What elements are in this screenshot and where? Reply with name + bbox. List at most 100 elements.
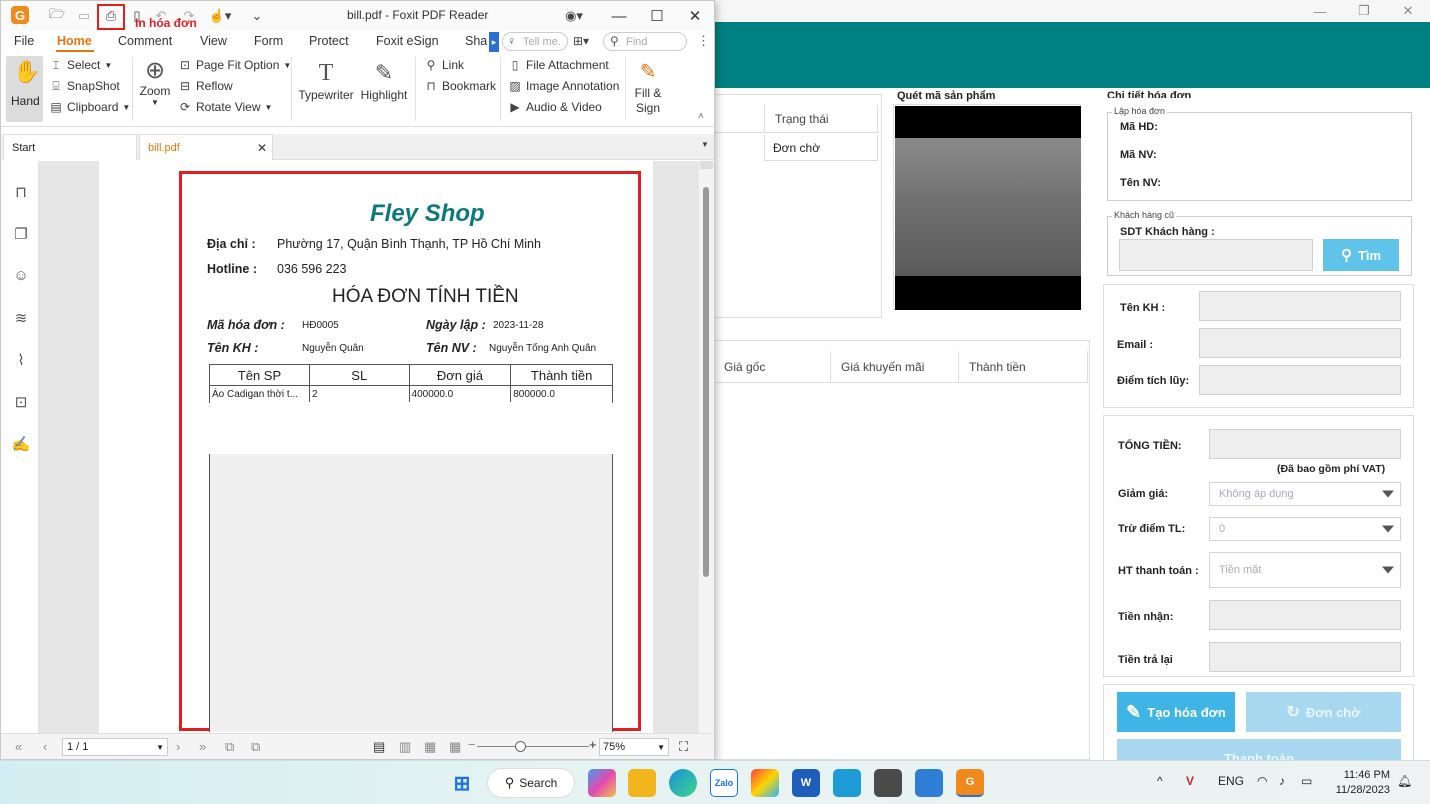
- vscode-icon[interactable]: [833, 769, 861, 797]
- maximize-button[interactable]: ☐: [642, 5, 672, 27]
- find-customer-button[interactable]: ⚲ Tìm: [1323, 239, 1399, 271]
- audio-video-button[interactable]: ▶ Audio & Video: [508, 100, 601, 114]
- taskbar-search[interactable]: ⚲ Search: [487, 768, 575, 798]
- pages-panel-icon[interactable]: ❐: [11, 225, 31, 245]
- points-deduct-select[interactable]: 0: [1209, 517, 1401, 541]
- tabs-scroll-right-icon[interactable]: ▸: [489, 32, 499, 52]
- pos-minimize-button[interactable]: —: [1298, 0, 1342, 22]
- pos-maximize-button[interactable]: ❐: [1342, 0, 1386, 22]
- tabs-dropdown-icon[interactable]: ▼: [701, 140, 709, 149]
- comments-panel-icon[interactable]: ☺: [11, 267, 31, 287]
- zalo-icon[interactable]: Zalo: [710, 769, 738, 797]
- reflow-button[interactable]: ⊟ Reflow: [178, 79, 233, 93]
- continuous-page-icon[interactable]: ▥: [399, 739, 411, 755]
- image-annotation-button[interactable]: ▨ Image Annotation: [508, 79, 619, 93]
- grid-cell-status[interactable]: Đơn chờ: [764, 135, 878, 161]
- bookmark-panel-icon[interactable]: ⊓: [11, 183, 31, 203]
- received-field[interactable]: [1209, 600, 1401, 630]
- tab-start[interactable]: Start: [3, 134, 137, 160]
- rotate-view-button[interactable]: ⟳ Rotate View ▼: [178, 100, 272, 114]
- fill-sign-button[interactable]: ✎ Fill & Sign: [629, 58, 667, 116]
- typewriter-button[interactable]: T Typewriter: [298, 58, 354, 102]
- close-button[interactable]: ✕: [680, 5, 710, 27]
- snapshot-button[interactable]: ⌻ SnapShot: [49, 79, 119, 93]
- chrome-canary-icon[interactable]: [751, 769, 779, 797]
- discount-select[interactable]: Không áp dụng: [1209, 482, 1401, 506]
- language-indicator[interactable]: ENG: [1218, 774, 1244, 788]
- tell-me-search[interactable]: ♀ Tell me.: [502, 32, 568, 51]
- email-field[interactable]: [1199, 328, 1401, 358]
- scrollbar-thumb[interactable]: [703, 187, 709, 577]
- link-button[interactable]: ⚲ Link: [424, 58, 464, 72]
- hand-tool-button[interactable]: ✋ Hand: [6, 56, 43, 122]
- tab-comment[interactable]: Comment: [118, 34, 172, 48]
- account-icon[interactable]: ◉▾: [560, 7, 588, 25]
- start-icon[interactable]: ⊞: [448, 769, 476, 797]
- document-canvas[interactable]: Fley Shop Địa chỉ : Phường 17, Quận Bình…: [39, 161, 699, 733]
- close-icon[interactable]: ✕: [257, 141, 267, 155]
- battery-icon[interactable]: ▭: [1301, 774, 1312, 788]
- customize-dropdown-icon[interactable]: ⌄: [248, 7, 266, 25]
- tab-form[interactable]: Form: [254, 34, 283, 48]
- total-field[interactable]: [1209, 429, 1401, 459]
- tab-view[interactable]: View: [200, 34, 227, 48]
- change-field[interactable]: [1209, 642, 1401, 672]
- create-invoice-button[interactable]: ✎ Tạo hóa đơn: [1117, 692, 1235, 732]
- zoom-button[interactable]: ⊕ Zoom ▼: [138, 58, 172, 108]
- chevron-up-icon[interactable]: ^: [1157, 774, 1163, 788]
- edge-icon[interactable]: [669, 769, 697, 797]
- word-icon[interactable]: W: [792, 769, 820, 797]
- zoom-slider-knob[interactable]: [515, 741, 526, 752]
- continuous-facing-icon[interactable]: ▦: [449, 739, 461, 755]
- clock[interactable]: 11:46 PM 11/28/2023: [1330, 768, 1390, 798]
- pay-button[interactable]: Thanh toán: [1117, 739, 1401, 761]
- search-options-icon[interactable]: ⊞▾: [573, 34, 589, 48]
- tab-bill-pdf[interactable]: bill.pdf ✕: [139, 134, 273, 160]
- file-explorer-icon[interactable]: [628, 769, 656, 797]
- select-button[interactable]: ⌶ Select ▼: [49, 58, 112, 72]
- previous-view-icon[interactable]: ⧉: [225, 739, 234, 755]
- points-field[interactable]: [1199, 365, 1401, 395]
- cart-grid[interactable]: Giá gốc Giá khuyến mãi Thành tiền: [714, 340, 1090, 760]
- foxit-taskbar-icon[interactable]: G: [956, 769, 984, 797]
- more-options-icon[interactable]: ⋮: [697, 33, 710, 49]
- tab-share[interactable]: Sha: [465, 34, 489, 48]
- tab-protect[interactable]: Protect: [309, 34, 349, 48]
- payment-method-select[interactable]: Tiền mặt: [1209, 552, 1401, 588]
- attachments-panel-icon[interactable]: ⌇: [11, 351, 31, 371]
- pos-close-button[interactable]: ✕: [1386, 0, 1430, 22]
- find-input[interactable]: ⚲ Find: [603, 32, 687, 51]
- collapse-ribbon-icon[interactable]: ˄: [698, 111, 704, 122]
- pending-orders-grid[interactable]: Trạng thái Đơn chờ: [714, 94, 882, 318]
- clipboard-button[interactable]: ▤ Clipboard ▼: [49, 100, 130, 114]
- minimize-button[interactable]: —: [604, 5, 634, 27]
- zoom-level-field[interactable]: 75% ▼: [599, 738, 669, 756]
- vertical-scrollbar[interactable]: [699, 161, 714, 733]
- customer-name-field[interactable]: [1199, 291, 1401, 321]
- previous-page-icon[interactable]: ‹: [43, 739, 47, 754]
- tab-home[interactable]: Home: [57, 34, 92, 48]
- tab-file[interactable]: File: [14, 34, 34, 48]
- next-page-icon[interactable]: ›: [176, 739, 180, 754]
- next-view-icon[interactable]: ⧉: [251, 739, 260, 755]
- save-icon[interactable]: ▭: [75, 7, 93, 25]
- single-page-icon[interactable]: ▤: [373, 739, 385, 755]
- photo-app-icon[interactable]: [874, 769, 902, 797]
- zoom-out-icon[interactable]: −: [468, 737, 476, 752]
- bookmark-button[interactable]: ⊓ Bookmark: [424, 79, 496, 93]
- photos-icon[interactable]: [915, 769, 943, 797]
- file-attachment-button[interactable]: ▯ File Attachment: [508, 58, 609, 72]
- wifi-icon[interactable]: ◠: [1257, 774, 1267, 788]
- volume-icon[interactable]: ♪: [1279, 774, 1285, 788]
- phone-input[interactable]: [1119, 239, 1313, 271]
- zoom-slider[interactable]: [477, 746, 589, 747]
- antivirus-icon[interactable]: V: [1186, 774, 1194, 788]
- page-number-field[interactable]: 1 / 1 ▼: [62, 738, 168, 756]
- tab-foxit-esign[interactable]: Foxit eSign: [376, 34, 439, 48]
- notification-icon[interactable]: 🔔︎: [1397, 774, 1412, 788]
- hand-dropdown-icon[interactable]: ☝▾: [207, 7, 233, 25]
- facing-page-icon[interactable]: ▦: [424, 739, 436, 755]
- signature-panel-icon[interactable]: ✍: [11, 435, 31, 455]
- copilot-icon[interactable]: [588, 769, 616, 797]
- open-folder-icon[interactable]: 🗁: [48, 6, 66, 25]
